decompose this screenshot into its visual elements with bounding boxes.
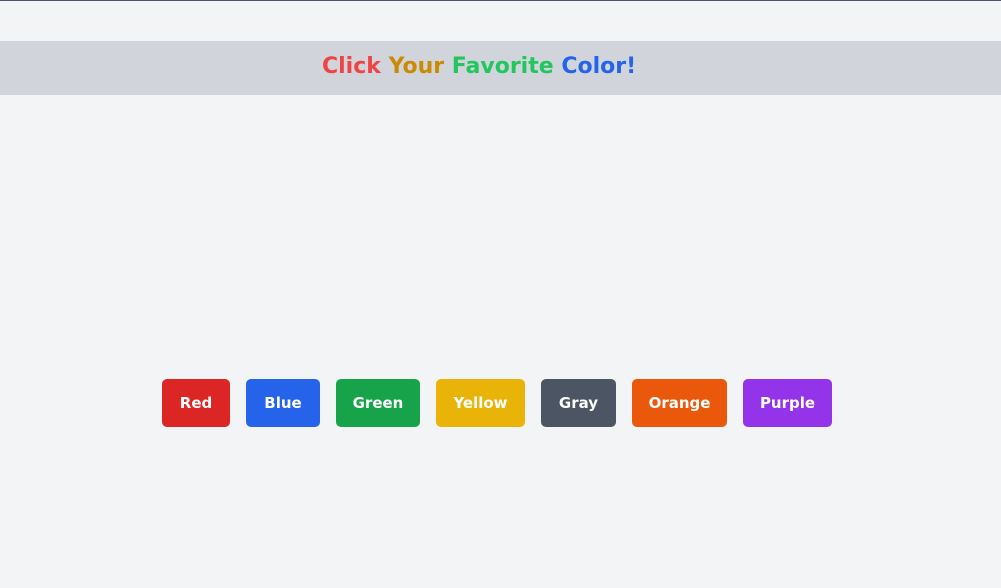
header-bar: Click Your Favorite Color!: [0, 41, 1001, 95]
orange-button[interactable]: Orange: [632, 379, 727, 427]
title-word-color: Color!: [561, 54, 637, 79]
green-button[interactable]: Green: [336, 379, 420, 427]
color-button-row: Red Blue Green Yellow Gray Orange Purple: [0, 379, 1001, 427]
yellow-button[interactable]: Yellow: [436, 379, 525, 427]
title-word-click: Click: [322, 54, 381, 79]
blue-button[interactable]: Blue: [246, 379, 320, 427]
title-word-favorite: Favorite: [451, 54, 554, 79]
gray-button[interactable]: Gray: [541, 379, 616, 427]
red-button[interactable]: Red: [162, 379, 230, 427]
purple-button[interactable]: Purple: [743, 379, 832, 427]
page-title: Click Your Favorite Color!: [322, 41, 636, 95]
title-word-your: Your: [388, 54, 445, 79]
top-border: [0, 0, 1001, 1]
